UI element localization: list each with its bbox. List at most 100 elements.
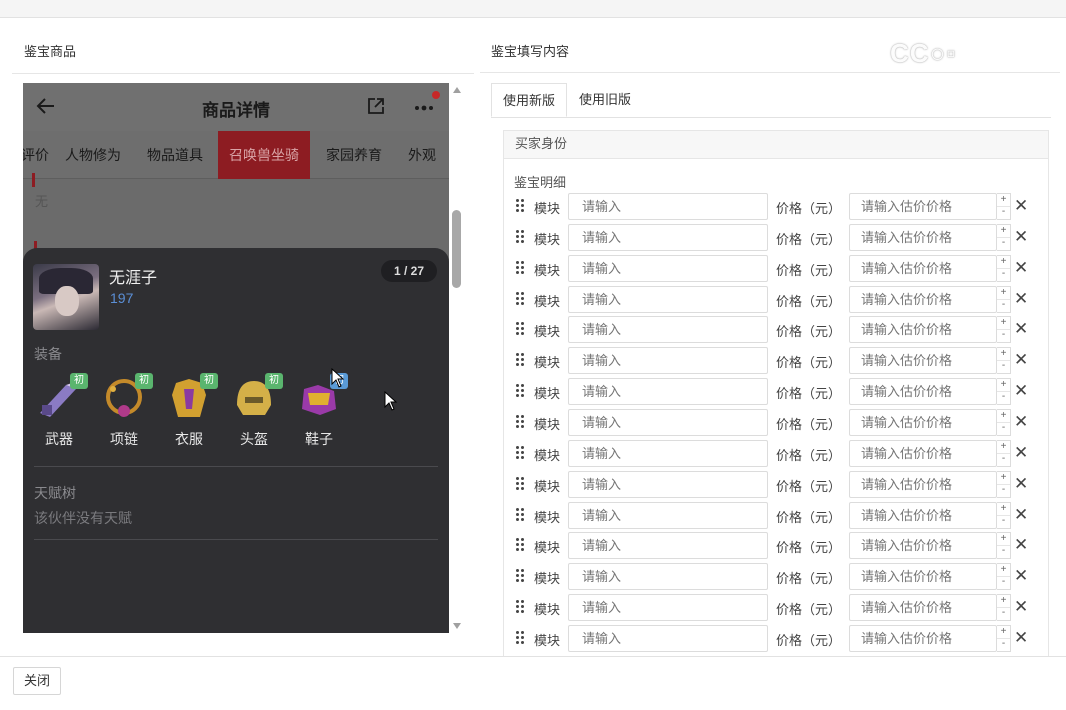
decrement-button[interactable]: - bbox=[997, 269, 1010, 281]
module-input[interactable] bbox=[568, 471, 768, 498]
remove-row-icon[interactable]: ✕ bbox=[1014, 382, 1028, 400]
module-input[interactable] bbox=[568, 224, 768, 251]
module-label: 模块 bbox=[534, 386, 561, 401]
module-input[interactable] bbox=[568, 255, 768, 282]
module-input[interactable] bbox=[568, 594, 768, 621]
equip-necklace[interactable]: 初 项链 bbox=[96, 373, 153, 449]
drag-handle-icon[interactable] bbox=[516, 446, 526, 460]
companion-level: 197 bbox=[110, 290, 134, 306]
drag-handle-icon[interactable] bbox=[516, 538, 526, 552]
drag-handle-icon[interactable] bbox=[516, 230, 526, 244]
drag-handle-icon[interactable] bbox=[516, 199, 526, 213]
drag-handle-icon[interactable] bbox=[516, 631, 526, 645]
price-input[interactable] bbox=[849, 563, 997, 590]
preview-scrollbar[interactable] bbox=[450, 83, 464, 633]
drag-handle-icon[interactable] bbox=[516, 415, 526, 429]
price-input[interactable] bbox=[849, 224, 997, 251]
module-input[interactable] bbox=[568, 440, 768, 467]
price-input[interactable] bbox=[849, 625, 997, 652]
tab-new-version[interactable]: 使用新版 bbox=[491, 83, 568, 117]
equip-weapon[interactable]: 初 武器 bbox=[31, 373, 88, 449]
drag-handle-icon[interactable] bbox=[516, 600, 526, 614]
phone-tab-character[interactable]: 人物修为 bbox=[65, 131, 121, 179]
price-input[interactable] bbox=[849, 471, 997, 498]
decrement-button[interactable]: - bbox=[997, 392, 1010, 404]
buyer-identity-header[interactable]: 买家身份 bbox=[504, 131, 1048, 159]
module-input[interactable] bbox=[568, 502, 768, 529]
remove-row-icon[interactable]: ✕ bbox=[1014, 259, 1028, 277]
module-label: 模块 bbox=[534, 201, 561, 216]
remove-row-icon[interactable]: ✕ bbox=[1014, 197, 1028, 215]
module-input[interactable] bbox=[568, 563, 768, 590]
module-input[interactable] bbox=[568, 193, 768, 220]
remove-row-icon[interactable]: ✕ bbox=[1014, 506, 1028, 524]
equip-helmet[interactable]: 初 头盔 bbox=[226, 373, 283, 449]
remove-row-icon[interactable]: ✕ bbox=[1014, 475, 1028, 493]
price-stepper: + - bbox=[997, 625, 1011, 652]
price-input[interactable] bbox=[849, 594, 997, 621]
module-input[interactable] bbox=[568, 532, 768, 559]
drag-handle-icon[interactable] bbox=[516, 384, 526, 398]
more-icon[interactable] bbox=[413, 96, 439, 116]
price-input[interactable] bbox=[849, 316, 997, 343]
remove-row-icon[interactable]: ✕ bbox=[1014, 444, 1028, 462]
price-input[interactable] bbox=[849, 255, 997, 282]
drag-handle-icon[interactable] bbox=[516, 292, 526, 306]
module-input[interactable] bbox=[568, 625, 768, 652]
remove-row-icon[interactable]: ✕ bbox=[1014, 290, 1028, 308]
drag-handle-icon[interactable] bbox=[516, 261, 526, 275]
price-input[interactable] bbox=[849, 347, 997, 374]
price-input[interactable] bbox=[849, 502, 997, 529]
decrement-button[interactable]: - bbox=[997, 639, 1010, 651]
module-input[interactable] bbox=[568, 347, 768, 374]
price-input[interactable] bbox=[849, 378, 997, 405]
phone-tab-appearance[interactable]: 外观 bbox=[408, 131, 436, 179]
remove-row-icon[interactable]: ✕ bbox=[1014, 351, 1028, 369]
decrement-button[interactable]: - bbox=[997, 423, 1010, 435]
drag-handle-icon[interactable] bbox=[516, 569, 526, 583]
decrement-button[interactable]: - bbox=[997, 608, 1010, 620]
decrement-button[interactable]: - bbox=[997, 330, 1010, 342]
remove-row-icon[interactable]: ✕ bbox=[1014, 629, 1028, 647]
drag-handle-icon[interactable] bbox=[516, 353, 526, 367]
phone-tab-items[interactable]: 物品道具 bbox=[147, 131, 203, 179]
remove-row-icon[interactable]: ✕ bbox=[1014, 320, 1028, 338]
remove-row-icon[interactable]: ✕ bbox=[1014, 228, 1028, 246]
price-input[interactable] bbox=[849, 532, 997, 559]
decrement-button[interactable]: - bbox=[997, 485, 1010, 497]
price-input[interactable] bbox=[849, 409, 997, 436]
decrement-button[interactable]: - bbox=[997, 238, 1010, 250]
module-label: 模块 bbox=[534, 232, 561, 247]
remove-row-icon[interactable]: ✕ bbox=[1014, 598, 1028, 616]
tab-old-version[interactable]: 使用旧版 bbox=[568, 83, 642, 117]
scroll-down-arrow-icon[interactable] bbox=[453, 623, 461, 629]
decrement-button[interactable]: - bbox=[997, 300, 1010, 312]
decrement-button[interactable]: - bbox=[997, 516, 1010, 528]
decrement-button[interactable]: - bbox=[997, 454, 1010, 466]
share-icon[interactable] bbox=[366, 96, 386, 116]
phone-tab-summons[interactable]: 召唤兽坐骑 bbox=[218, 131, 310, 179]
remove-row-icon[interactable]: ✕ bbox=[1014, 413, 1028, 431]
drag-handle-icon[interactable] bbox=[516, 508, 526, 522]
decrement-button[interactable]: - bbox=[997, 207, 1010, 219]
price-input[interactable] bbox=[849, 440, 997, 467]
drag-handle-icon[interactable] bbox=[516, 477, 526, 491]
module-input[interactable] bbox=[568, 409, 768, 436]
remove-row-icon[interactable]: ✕ bbox=[1014, 536, 1028, 554]
equip-armor[interactable]: 初 衣服 bbox=[161, 373, 218, 449]
remove-row-icon[interactable]: ✕ bbox=[1014, 567, 1028, 585]
scroll-up-arrow-icon[interactable] bbox=[453, 87, 461, 93]
close-button[interactable]: 关闭 bbox=[13, 667, 61, 695]
scrollbar-thumb[interactable] bbox=[452, 210, 461, 288]
module-input[interactable] bbox=[568, 286, 768, 313]
decrement-button[interactable]: - bbox=[997, 546, 1010, 558]
price-input[interactable] bbox=[849, 286, 997, 313]
module-input[interactable] bbox=[568, 378, 768, 405]
price-input[interactable] bbox=[849, 193, 997, 220]
phone-tab-home[interactable]: 家园养育 bbox=[326, 131, 382, 179]
decrement-button[interactable]: - bbox=[997, 361, 1010, 373]
module-input[interactable] bbox=[568, 316, 768, 343]
drag-handle-icon[interactable] bbox=[516, 322, 526, 336]
decrement-button[interactable]: - bbox=[997, 577, 1010, 589]
phone-tab-review[interactable]: 评价 bbox=[23, 131, 49, 179]
